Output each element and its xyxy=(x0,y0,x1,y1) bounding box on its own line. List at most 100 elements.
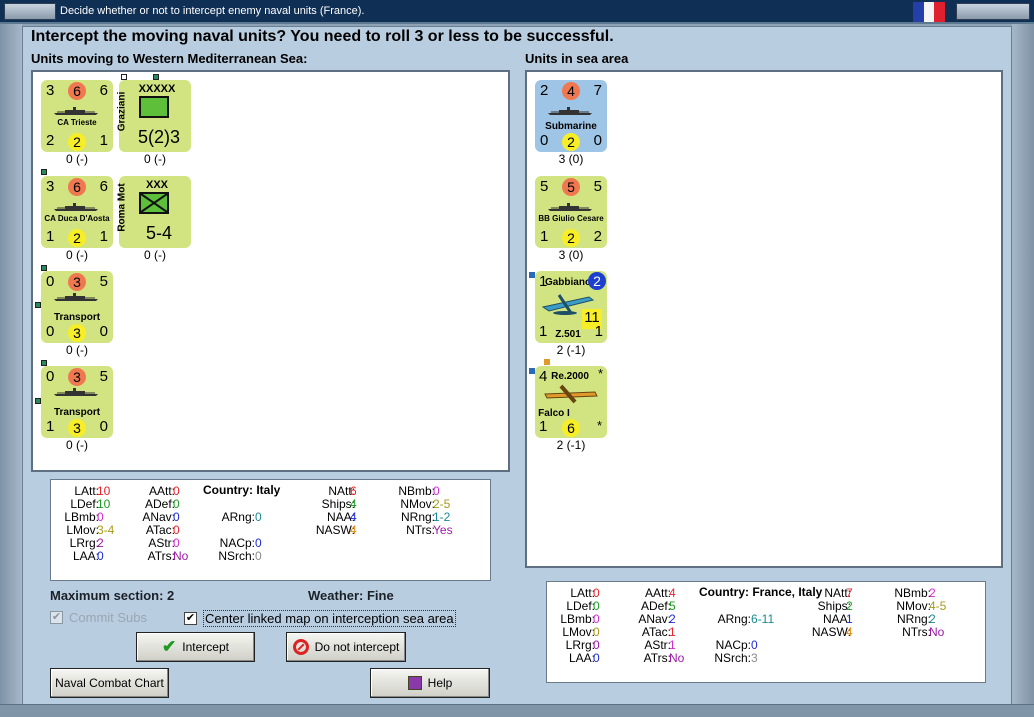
unit-counter[interactable]: 0 3 5 Transport 0 3 0 xyxy=(41,271,113,343)
counter-top-right: 6 xyxy=(99,82,108,99)
center-map-checkbox[interactable]: ✔ Center linked map on interception sea … xyxy=(184,610,456,627)
stat-label-anav: ANav: xyxy=(142,510,175,524)
counter-bot-left: 0 xyxy=(540,132,549,149)
stat-label-nacp: NACp: xyxy=(219,536,255,550)
unit-counter[interactable]: Graziani XXXXX 5(2)3 xyxy=(116,80,191,152)
counter-top-left: 0 xyxy=(46,273,55,290)
do-not-intercept-button[interactable]: Do not intercept xyxy=(286,632,406,662)
counter-top-mid: 4 xyxy=(562,82,580,100)
intercept-button[interactable]: ✔ Intercept xyxy=(136,632,255,662)
help-button[interactable]: Help xyxy=(370,668,490,698)
link-marker xyxy=(41,265,47,271)
commit-subs-checkbox[interactable]: ✔ Commit Subs xyxy=(50,610,147,625)
ship-silhouette-icon xyxy=(54,293,98,301)
counter-bot-mid: 3 xyxy=(68,324,86,342)
counter-bot-left: 0 xyxy=(46,323,55,340)
counter-bot-right: 0 xyxy=(593,132,602,149)
checkmark-icon: ✔ xyxy=(162,637,177,656)
link-marker xyxy=(41,360,47,366)
left-border xyxy=(0,24,22,705)
window-control-button[interactable] xyxy=(956,3,1030,20)
link-marker xyxy=(35,398,41,404)
ship-silhouette-icon xyxy=(548,107,592,115)
counter-caption: 2 (-1) xyxy=(556,343,586,357)
title-bar: Decide whether or not to intercept enemy… xyxy=(0,0,1034,24)
counter-bot-right: 0 xyxy=(99,418,108,435)
moving-units-stats: LAtt: 10 LDef: 10 LBmb: 0 LMov: 3-4 LRrg: 2 LAA: 0 A… xyxy=(50,479,491,581)
unit-counter[interactable]: 2 4 7 Submarine 0 2 0 xyxy=(535,80,607,152)
counter-top-mid: 3 xyxy=(68,368,86,386)
counter-bot-right: 1 xyxy=(594,323,603,340)
counter-caption: 0 (-) xyxy=(144,152,166,166)
infantry-symbol-icon xyxy=(139,192,169,214)
counter-star: * xyxy=(597,366,603,381)
stat-value-lbmb: 0 xyxy=(593,612,600,626)
stat-label-nrng: NRng: xyxy=(400,510,435,524)
stat-label-astr: AStr: xyxy=(148,536,175,550)
stat-label-nasw: NASW: xyxy=(315,523,355,537)
unit-counter[interactable]: 5 5 5 BB Giulio Cesare 1 2 2 xyxy=(535,176,607,248)
stat-value-naa: 1 xyxy=(846,612,853,626)
counter-name: Submarine xyxy=(545,121,597,132)
fighter-plane-icon xyxy=(541,384,599,404)
counter-name: CA Trieste xyxy=(57,118,97,127)
stat-label-atac: ATac: xyxy=(641,625,671,639)
stat-label-laa: LAA: xyxy=(72,549,99,563)
unit-counter[interactable]: 3 6 6 CA Trieste 2 2 1 xyxy=(41,80,113,152)
stat-label-arng: ARng: xyxy=(221,510,255,524)
counter-top-right: 5 xyxy=(99,273,108,290)
stat-value-nmov: 4-5 xyxy=(929,599,947,613)
stat-label-lrrg: LRrg: xyxy=(69,536,99,550)
stat-label-ntrs: NTrs: xyxy=(406,523,435,537)
stat-label-laa: LAA: xyxy=(568,651,595,665)
unit-counter[interactable]: 1 Gabbiano 2 1 Z.501 11 1 xyxy=(535,271,607,343)
stat-label-aatt: AAtt: xyxy=(148,484,175,498)
stat-value-atrs: No xyxy=(173,549,189,563)
moving-units-panel: 3 6 6 CA Trieste 2 2 1 0 (-) Graziani XXXXX 5(2)3 0… xyxy=(31,70,510,472)
sea-units-panel: 2 4 7 Submarine 0 2 0 3 (0) 5 5 5 BB Giulio Cesare 1… xyxy=(525,70,1003,568)
counter-bot-mid: 2 xyxy=(562,229,580,247)
stat-value-natt: 7 xyxy=(846,586,853,600)
unit-counter[interactable]: 4 Re.2000 * Falco I 1 6 * xyxy=(535,366,607,438)
unit-counter[interactable]: 0 3 5 Transport 1 3 0 xyxy=(41,366,113,438)
center-map-label: Center linked map on interception sea ar… xyxy=(203,610,456,627)
stat-value-nacp: 0 xyxy=(255,536,262,550)
counter-bot-mid: 3 xyxy=(68,419,86,437)
counter-strength: 5(2)3 xyxy=(137,127,181,147)
counter-caption: 0 (-) xyxy=(66,438,88,452)
naval-combat-chart-button[interactable]: Naval Combat Chart xyxy=(50,668,169,698)
stat-value-lmov: 3-4 xyxy=(97,523,115,537)
link-marker xyxy=(41,169,47,175)
link-marker xyxy=(121,74,127,80)
counter-top-mid: 6 xyxy=(68,82,86,100)
stat-value-nasw: 4 xyxy=(846,625,853,639)
country-label: Country: Italy xyxy=(203,483,281,497)
intercept-question: Intercept the moving naval units? You ne… xyxy=(31,28,614,45)
counter-top-mid: 6 xyxy=(68,178,86,196)
stat-label-adef: ADef: xyxy=(144,497,175,511)
counter-bot-left: 1 xyxy=(46,418,55,435)
max-section-label: Maximum section: 2 xyxy=(50,588,175,603)
stat-label-naa: NAA: xyxy=(326,510,355,524)
stat-value-lrrg: 2 xyxy=(97,536,104,550)
counter-name: Gabbiano xyxy=(544,277,592,288)
counter-top-left: 5 xyxy=(540,178,549,195)
counter-strength: 5-4 xyxy=(145,223,172,243)
unit-counter[interactable]: 3 6 6 CA Duca D'Aosta 1 2 1 xyxy=(41,176,113,248)
counter-bot-right: 0 xyxy=(99,323,108,340)
help-button-label: Help xyxy=(427,676,453,690)
stat-value-laa: 0 xyxy=(97,549,104,563)
counter-name: Graziani xyxy=(116,91,128,132)
counter-caption: 3 (0) xyxy=(558,152,584,166)
link-marker xyxy=(529,272,535,278)
france-flag-icon xyxy=(913,2,946,22)
stat-value-nsrch: 0 xyxy=(255,549,262,563)
stat-label-ldef: LDef: xyxy=(566,599,595,613)
system-menu-button[interactable] xyxy=(4,3,56,20)
counter-bot-right: 1 xyxy=(99,228,108,245)
stat-label-atrs: ATrs: xyxy=(147,549,175,563)
unit-counter[interactable]: Roma Mot XXX 5-4 xyxy=(117,176,191,248)
counter-bot-mid: 2 xyxy=(562,133,580,151)
counter-top-left: 3 xyxy=(46,82,55,99)
stat-value-adef: 5 xyxy=(669,599,676,613)
